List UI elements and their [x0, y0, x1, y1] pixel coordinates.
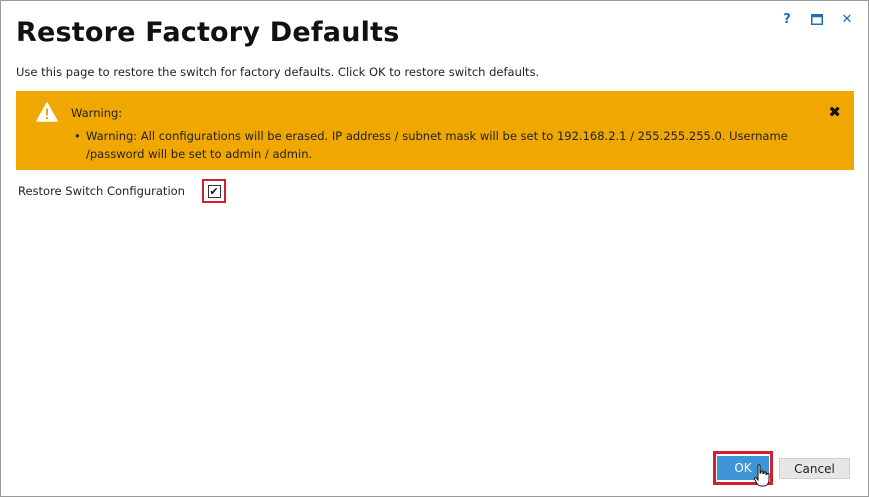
warning-close-icon[interactable]: ✖: [828, 103, 841, 121]
cancel-button[interactable]: Cancel: [779, 458, 850, 479]
restore-switch-config-label: Restore Switch Configuration: [18, 184, 185, 198]
checkbox-highlight: ✔: [202, 179, 226, 203]
maximize-icon-shape: [811, 13, 823, 25]
page-description: Use this page to restore the switch for …: [16, 65, 540, 79]
help-icon[interactable]: ?: [772, 11, 802, 27]
restore-switch-config-checkbox[interactable]: ✔: [207, 184, 221, 198]
window-controls: ? ✕: [772, 11, 862, 27]
warning-banner: Warning: Warning: All configurations wil…: [16, 91, 854, 170]
warning-title: Warning:: [71, 106, 123, 120]
restore-defaults-dialog: ? ✕ Restore Factory Defaults Use this pa…: [0, 0, 869, 497]
maximize-icon[interactable]: [802, 11, 832, 27]
close-icon[interactable]: ✕: [832, 11, 862, 27]
warning-icon: [36, 102, 58, 122]
hand-cursor-icon: [753, 464, 770, 487]
page-title: Restore Factory Defaults: [16, 17, 400, 48]
warning-message: Warning: All configurations will be eras…: [74, 127, 814, 163]
